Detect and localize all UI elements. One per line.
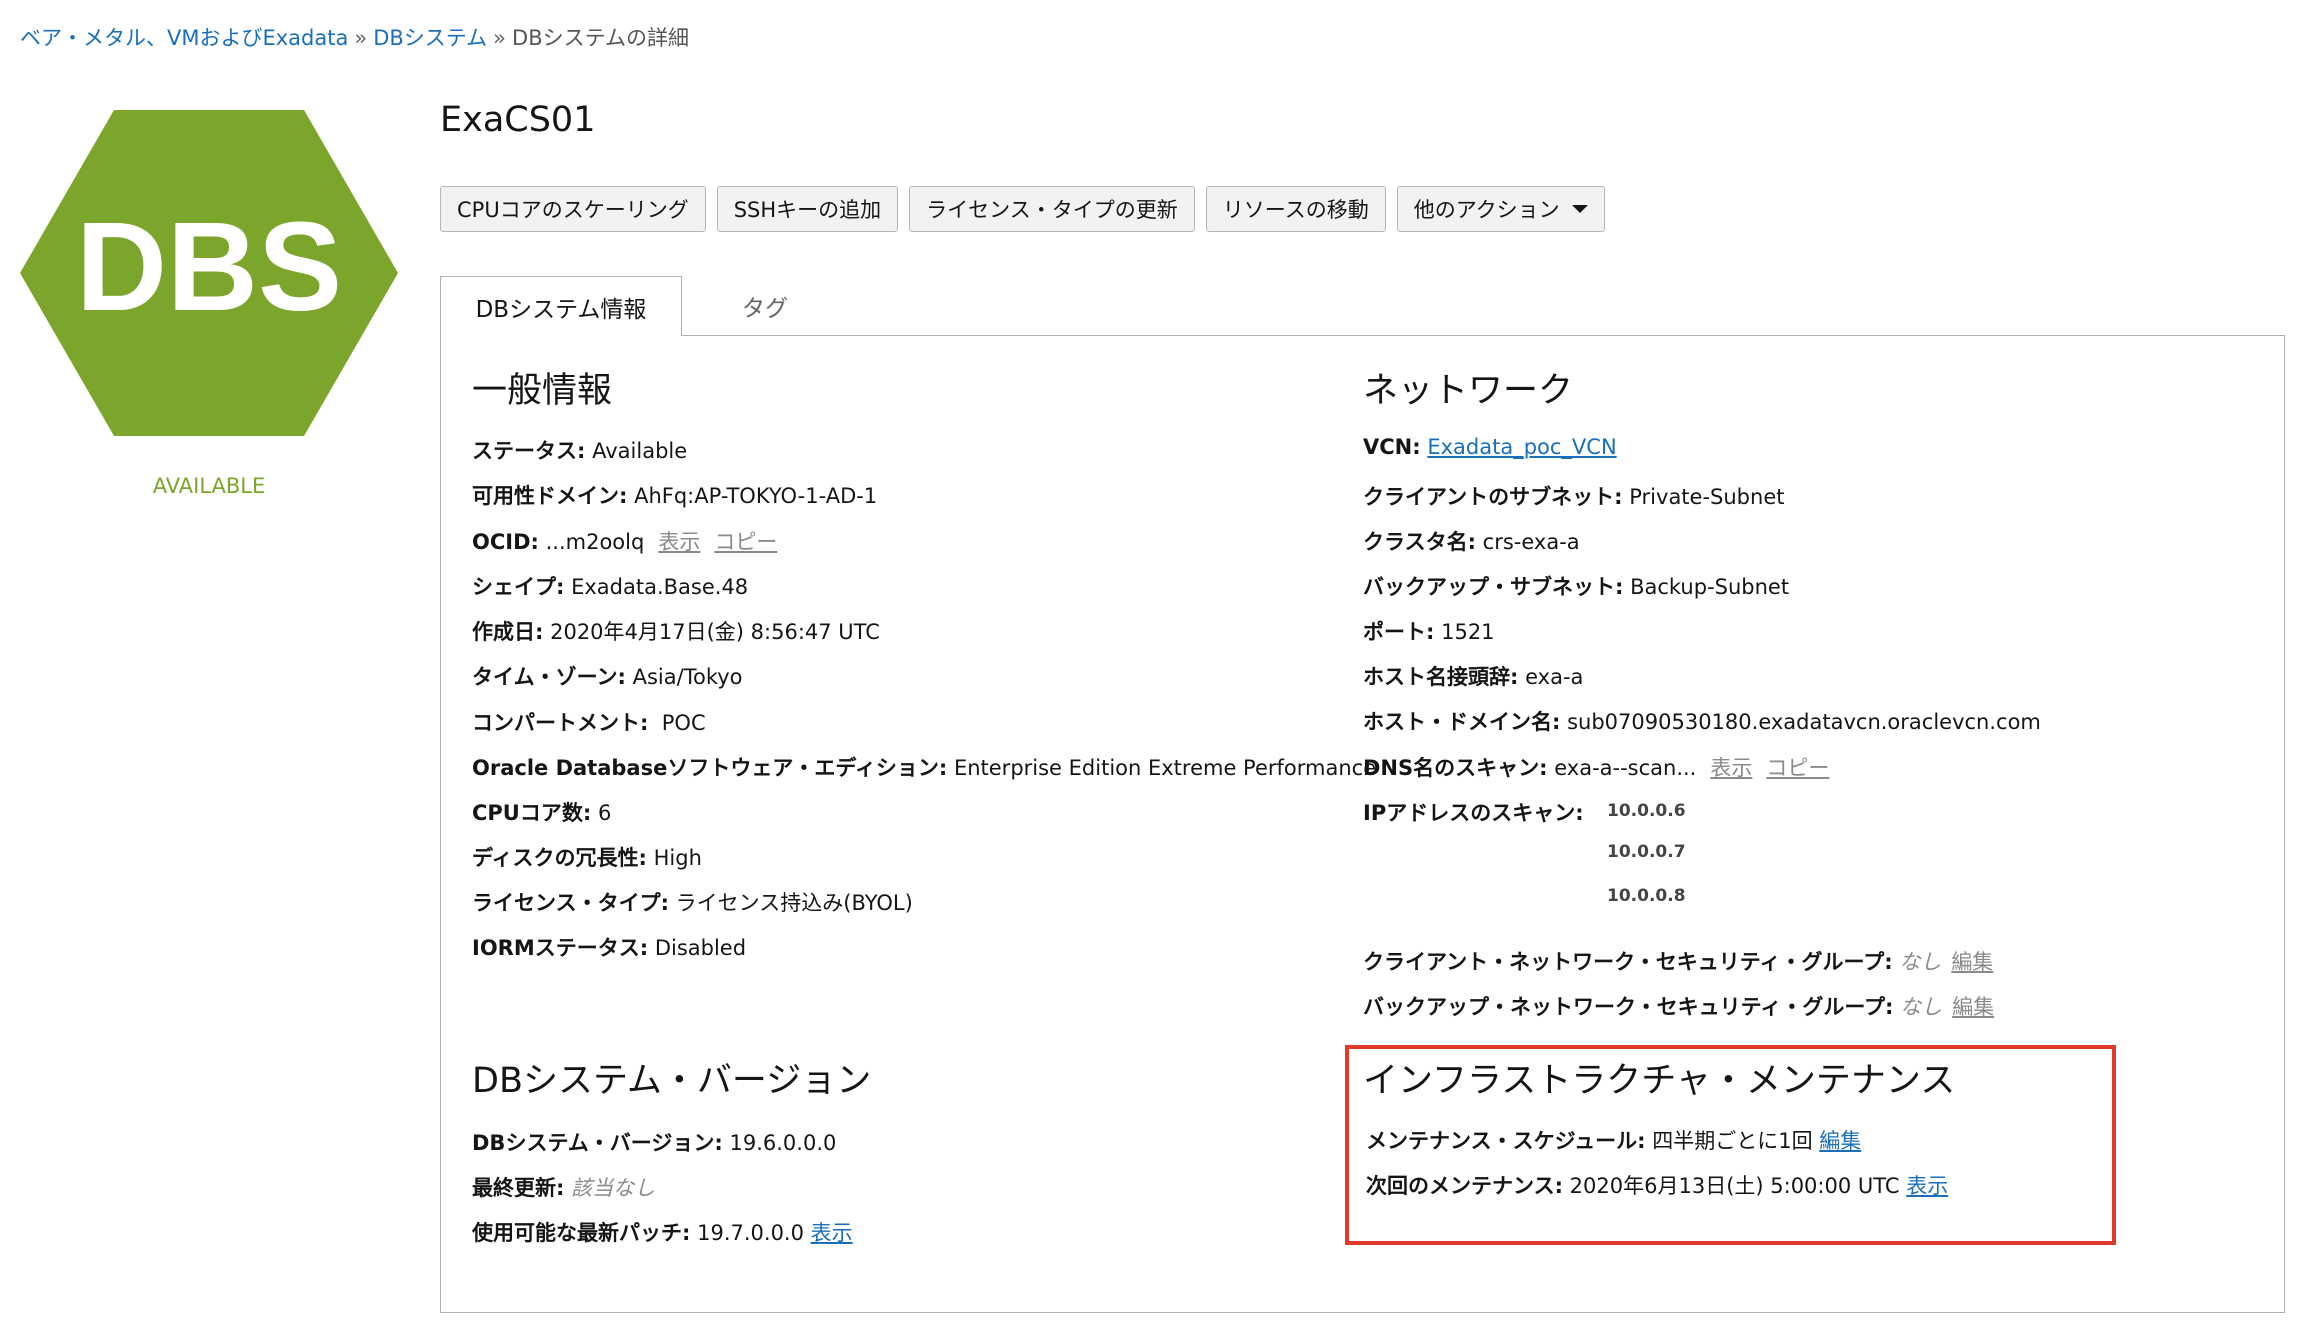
page-title: ExaCS01 <box>440 100 596 140</box>
maintenance-schedule-row: メンテナンス・スケジュール: 四半期ごとに1回 編集 <box>1366 1129 1862 1153</box>
dns-copy-link[interactable]: コピー <box>1766 756 1829 780</box>
latest-patch-row: 使用可能な最新パッチ: 19.7.0.0.0 表示 <box>472 1221 853 1245</box>
vcn-row: VCN: Exadata_poc_VCN <box>1363 435 1617 459</box>
backup-nsg-edit-link[interactable]: 編集 <box>1952 995 1994 1019</box>
db-version-row: DBシステム・バージョン: 19.6.0.0.0 <box>472 1131 837 1155</box>
lifecycle-status: AVAILABLE <box>152 474 266 498</box>
availability-domain-row: 可用性ドメイン: AhFq:AP-TOKYO-1-AD-1 <box>472 484 878 508</box>
network-heading: ネットワーク <box>1363 371 1574 411</box>
cluster-name-row: クラスタ名: crs-exa-a <box>1363 530 1580 554</box>
created-row: 作成日: 2020年4月17日(金) 8:56:47 UTC <box>472 620 880 644</box>
backup-nsg-row: バックアップ・ネットワーク・セキュリティ・グループ: なし 編集 <box>1363 995 1995 1019</box>
more-actions-label: 他のアクション <box>1413 198 1560 222</box>
caret-down-icon <box>1571 205 1588 213</box>
add-ssh-key-button[interactable]: SSHキーの追加 <box>716 186 899 232</box>
ocid-show-link[interactable]: 表示 <box>658 530 700 554</box>
client-nsg-row: クライアント・ネットワーク・セキュリティ・グループ: なし 編集 <box>1363 950 1994 974</box>
ip-scan-value: 10.0.0.6 <box>1607 801 1686 821</box>
ocid-copy-link[interactable]: コピー <box>714 530 777 554</box>
breadcrumb-separator: » <box>354 26 368 50</box>
dbs-hexagon-logo-icon: DBS <box>20 110 398 436</box>
ip-scan-value: 10.0.0.7 <box>1607 842 1686 862</box>
client-subnet-row: クライアントのサブネット: Private-Subnet <box>1363 485 1785 509</box>
move-resource-button[interactable]: リソースの移動 <box>1205 186 1386 232</box>
maintenance-schedule-edit-link[interactable]: 編集 <box>1819 1129 1861 1153</box>
breadcrumb-link-db-systems[interactable]: DBシステム <box>373 26 487 50</box>
update-license-button[interactable]: ライセンス・タイプの更新 <box>909 186 1195 232</box>
host-prefix-row: ホスト名接頭辞: exa-a <box>1363 665 1584 689</box>
scale-cpu-button[interactable]: CPUコアのスケーリング <box>440 186 706 232</box>
iorm-status-row: IORMステータス: Disabled <box>472 936 747 960</box>
compartment-row: コンパートメント: POC <box>472 711 706 735</box>
general-info-heading: 一般情報 <box>472 371 613 411</box>
breadcrumb-link-bare-metal[interactable]: ベア・メタル、VMおよびExadata <box>20 26 348 50</box>
vcn-link[interactable]: Exadata_poc_VCN <box>1427 435 1616 459</box>
host-domain-row: ホスト・ドメイン名: sub07090530180.exadatavcn.ora… <box>1363 710 2041 734</box>
breadcrumb-separator: » <box>493 26 507 50</box>
next-maintenance-row: 次回のメンテナンス: 2020年6月13日(土) 5:00:00 UTC 表示 <box>1366 1174 1949 1198</box>
tab-tags[interactable]: タグ <box>700 276 830 336</box>
latest-patch-show-link[interactable]: 表示 <box>811 1221 853 1245</box>
tab-db-system-info[interactable]: DBシステム情報 <box>440 276 682 336</box>
dns-scan-row: DNS名のスキャン: exa-a--scan... 表示 コピー <box>1363 756 1830 780</box>
port-row: ポート: 1521 <box>1363 620 1495 644</box>
backup-subnet-row: バックアップ・サブネット: Backup-Subnet <box>1363 575 1790 599</box>
ocid-row: OCID: ...m2oolq 表示 コピー <box>472 530 778 554</box>
timezone-row: タイム・ゾーン: Asia/Tokyo <box>472 665 743 689</box>
dns-show-link[interactable]: 表示 <box>1710 756 1752 780</box>
ip-scan-row: IPアドレスのスキャン: <box>1363 801 1584 825</box>
status-row: ステータス: Available <box>472 439 688 463</box>
client-nsg-edit-link[interactable]: 編集 <box>1951 950 1993 974</box>
ip-scan-value: 10.0.0.8 <box>1607 886 1686 906</box>
license-type-row: ライセンス・タイプ: ライセンス持込み(BYOL) <box>472 891 913 915</box>
shape-row: シェイプ: Exadata.Base.48 <box>472 575 749 599</box>
maintenance-heading: インフラストラクチャ・メンテナンス <box>1363 1061 1956 1101</box>
edition-row: Oracle Databaseソフトウェア・エディション: Enterprise… <box>472 756 1377 780</box>
next-maintenance-show-link[interactable]: 表示 <box>1906 1174 1948 1198</box>
more-actions-button[interactable]: 他のアクション <box>1396 186 1605 232</box>
cpu-cores-row: CPUコア数: 6 <box>472 801 612 825</box>
logo-text: DBS <box>76 196 342 337</box>
breadcrumb: ベア・メタル、VMおよびExadata» DBシステム» DBシステムの詳細 <box>20 22 689 52</box>
db-version-heading: DBシステム・バージョン <box>472 1061 872 1101</box>
last-update-row: 最終更新: 該当なし <box>472 1176 656 1200</box>
action-toolbar: CPUコアのスケーリング SSHキーの追加 ライセンス・タイプの更新 リソースの… <box>440 186 1605 232</box>
breadcrumb-current: DBシステムの詳細 <box>512 26 689 50</box>
disk-redundancy-row: ディスクの冗長性: High <box>472 846 702 870</box>
